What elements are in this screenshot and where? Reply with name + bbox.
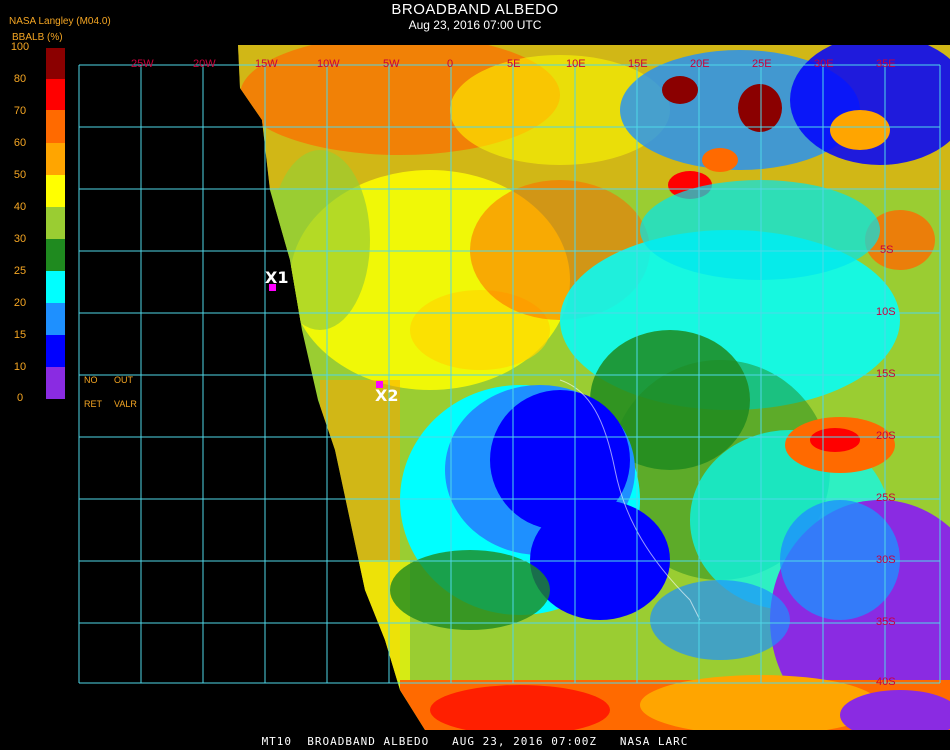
legend-tick: 10 bbox=[13, 361, 27, 373]
map-datetime: Aug 23, 2016 07:00 UTC bbox=[408, 18, 542, 32]
lat-label: 5S bbox=[880, 244, 894, 256]
lon-label: 20W bbox=[193, 58, 216, 70]
legend-swatch bbox=[46, 271, 65, 303]
lat-label: 15S bbox=[876, 368, 896, 380]
legend-tick: 80 bbox=[13, 73, 27, 85]
legend-swatch bbox=[46, 303, 65, 335]
satellite-swath bbox=[238, 45, 950, 730]
lat-label: 35S bbox=[876, 616, 896, 628]
lon-label: 10E bbox=[566, 58, 586, 70]
legend-swatch bbox=[46, 207, 65, 239]
legend-note-out: OUT bbox=[114, 375, 133, 385]
lon-label: 20E bbox=[690, 58, 710, 70]
legend-swatch bbox=[46, 79, 65, 110]
lon-label: 5W bbox=[383, 58, 400, 70]
lon-label: 15W bbox=[255, 58, 278, 70]
lon-label: 10W bbox=[317, 58, 340, 70]
lat-label: 20S bbox=[876, 430, 896, 442]
legend-tick: 40 bbox=[13, 201, 27, 213]
legend-swatch bbox=[46, 335, 65, 367]
footer-caption: MT10 BROADBAND ALBEDO AUG 23, 2016 07:00… bbox=[261, 735, 689, 748]
lon-label: 25W bbox=[131, 58, 154, 70]
provider-label: NASA Langley (M04.0) bbox=[9, 16, 111, 27]
lon-label: 0 bbox=[447, 58, 454, 70]
map-title: BROADBAND ALBEDO bbox=[391, 1, 559, 18]
marker-label: X2 bbox=[375, 386, 399, 405]
lat-label: 10S bbox=[876, 306, 896, 318]
lon-label: 25E bbox=[752, 58, 772, 70]
lon-label: 5E bbox=[507, 58, 521, 70]
lat-label: 40S bbox=[876, 676, 896, 688]
legend-tick: 25 bbox=[13, 265, 27, 277]
lat-label: 30S bbox=[876, 554, 896, 566]
legend-tick: 20 bbox=[13, 297, 27, 309]
legend-tick: 30 bbox=[13, 233, 27, 245]
legend-note-valr: VALR bbox=[114, 399, 137, 409]
legend-swatch bbox=[46, 367, 65, 399]
legend-note-ret: RET bbox=[84, 399, 102, 409]
lat-label: 25S bbox=[876, 492, 896, 504]
legend-swatch bbox=[46, 175, 65, 207]
marker-dot bbox=[269, 284, 276, 291]
albedo-map bbox=[78, 45, 950, 730]
legend-swatch bbox=[46, 143, 65, 175]
legend-tick: 70 bbox=[13, 105, 27, 117]
legend-swatch bbox=[46, 239, 65, 271]
lon-label: 30E bbox=[814, 58, 834, 70]
legend-swatch bbox=[46, 48, 65, 79]
legend-swatch bbox=[46, 110, 65, 143]
legend-tick: 50 bbox=[13, 169, 27, 181]
lon-label: 35E bbox=[876, 58, 896, 70]
marker-dot bbox=[376, 381, 383, 388]
lon-label: 15E bbox=[628, 58, 648, 70]
legend-tick: 0 bbox=[16, 392, 24, 404]
legend-tick: 60 bbox=[13, 137, 27, 149]
legend-tick: 15 bbox=[13, 329, 27, 341]
legend-note-no: NO bbox=[84, 375, 98, 385]
legend-tick: 100 bbox=[10, 41, 30, 53]
